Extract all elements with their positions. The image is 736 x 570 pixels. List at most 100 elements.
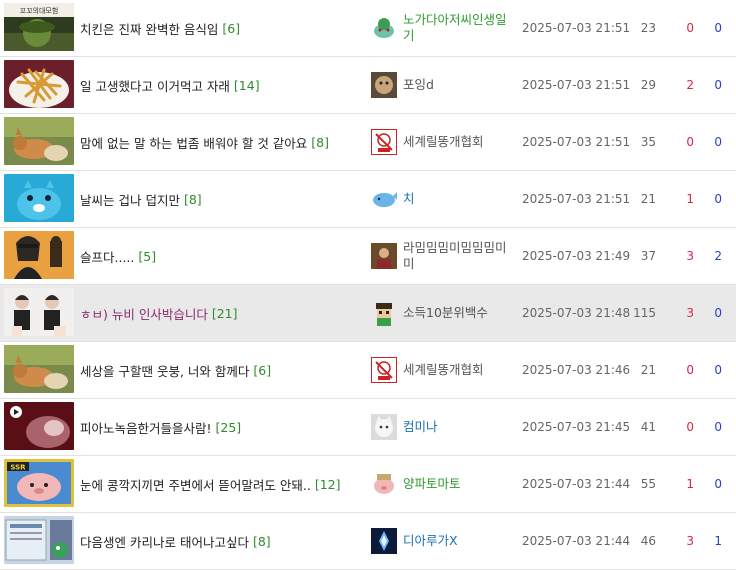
downvote-count: 0: [714, 192, 722, 206]
post-date: 2025-07-03 21:51: [522, 21, 631, 35]
downvote-count: 0: [714, 477, 722, 491]
post-row[interactable]: 세상을 구할땐 웃붕, 너와 함께다 [6] 세계릴똥개협회 2025-07-0…: [0, 342, 736, 399]
view-count: 21: [640, 363, 656, 377]
post-title[interactable]: 맘에 없는 말 하는 법좀 배워야 할 것 같아요: [80, 133, 307, 152]
post-title-link[interactable]: 맘에 없는 말 하는 법좀 배워야 할 것 같아요 [8]: [80, 114, 365, 170]
post-thumbnail[interactable]: [4, 174, 74, 222]
post-title-link[interactable]: 슬프다..... [5]: [80, 228, 365, 284]
author-name[interactable]: 세계릴똥개협회: [403, 342, 515, 398]
post-date: 2025-07-03 21:51: [522, 135, 631, 149]
post-date: 2025-07-03 21:49: [522, 249, 631, 263]
author-name[interactable]: 노가다아저씨인생일기: [403, 0, 515, 56]
cat-avatar-icon: [371, 414, 397, 440]
upvote-count: 2: [686, 78, 694, 92]
post-date: 2025-07-03 21:44: [522, 477, 631, 491]
post-thumbnail[interactable]: [4, 117, 74, 165]
post-row[interactable]: 일 고생했다고 이거먹고 자래 [14] 포잉d 2025-07-03 21:5…: [0, 57, 736, 114]
upvote-count: 3: [686, 534, 694, 548]
post-title[interactable]: 다음생엔 카리나로 태어나고싶다: [80, 532, 249, 551]
post-thumbnail[interactable]: [4, 345, 74, 393]
view-count: 21: [640, 192, 656, 206]
post-row[interactable]: 다음생엔 카리나로 태어나고싶다 [8] 디아루가X 2025-07-03 21…: [0, 513, 736, 570]
post-title-link[interactable]: 치킨은 진짜 완벽한 음식임 [6]: [80, 0, 365, 56]
post-title-link[interactable]: 일 고생했다고 이거먹고 자래 [14]: [80, 57, 365, 113]
author-name[interactable]: 양파토마토: [403, 456, 515, 512]
dialga-icon: [371, 528, 397, 554]
comment-count: [8]: [183, 191, 202, 207]
view-count: 41: [640, 420, 656, 434]
author-name[interactable]: 소득10분위백수: [403, 285, 515, 341]
svg-text:꼬꼬의대모험: 꼬꼬의대모험: [20, 6, 59, 15]
downvote-count: 2: [714, 249, 722, 263]
upvote-count: 3: [686, 306, 694, 320]
post-row[interactable]: 날씨는 겁나 덥지만 [8] 치 2025-07-03 21:51 21 1 0: [0, 171, 736, 228]
view-count: 37: [640, 249, 656, 263]
downvote-count: 0: [714, 420, 722, 434]
downvote-count: 0: [714, 306, 722, 320]
comment-count: [5]: [138, 248, 157, 264]
downvote-count: 0: [714, 135, 722, 149]
post-date: 2025-07-03 21:51: [522, 78, 631, 92]
comment-count: [25]: [215, 419, 242, 435]
svg-text:SSR: SSR: [10, 464, 26, 472]
post-title[interactable]: 슬프다.....: [80, 247, 134, 266]
post-title-link[interactable]: 피아노녹음한거들을사람! [25]: [80, 399, 365, 455]
author-name[interactable]: 컴미나: [403, 399, 515, 455]
post-title-link[interactable]: 날씨는 겁나 덥지만 [8]: [80, 171, 365, 227]
comment-count: [21]: [211, 305, 238, 321]
post-date: 2025-07-03 21:45: [522, 420, 631, 434]
post-thumbnail[interactable]: [4, 516, 74, 564]
comment-count: [6]: [253, 362, 272, 378]
post-title[interactable]: 치킨은 진짜 완벽한 음식임: [80, 19, 218, 38]
pokemon-avatar-icon: [371, 15, 397, 41]
upvote-count: 1: [686, 192, 694, 206]
post-title[interactable]: 날씨는 겁나 덥지만: [80, 190, 180, 209]
post-thumbnail[interactable]: SSR: [4, 459, 74, 507]
upvote-count: 0: [686, 135, 694, 149]
post-list: 꼬꼬의대모험 치킨은 진짜 완벽한 음식임 [6] 노가다아저씨인생일기 202…: [0, 0, 736, 570]
view-count: 46: [640, 534, 656, 548]
view-count: 55: [640, 477, 656, 491]
view-count: 115: [633, 306, 656, 320]
downvote-count: 1: [714, 534, 722, 548]
upvote-count: 0: [686, 420, 694, 434]
author-name[interactable]: 세계릴똥개협회: [403, 114, 515, 170]
post-thumbnail[interactable]: 꼬꼬의대모험: [4, 3, 74, 51]
view-count: 35: [640, 135, 656, 149]
author-name[interactable]: 디아루가X: [403, 513, 515, 569]
downvote-count: 0: [714, 363, 722, 377]
post-title-link[interactable]: 세상을 구할땐 웃붕, 너와 함께다 [6]: [80, 342, 365, 398]
upvote-count: 0: [686, 363, 694, 377]
post-row-highlighted[interactable]: ㅎㅂ) 뉴비 인사박습니다 [21] 소득10분위백수 2025-07-03 2…: [0, 285, 736, 342]
post-title[interactable]: 세상을 구할땐 웃붕, 너와 함께다: [80, 361, 249, 380]
post-title-link[interactable]: ㅎㅂ) 뉴비 인사박습니다 [21]: [80, 285, 365, 341]
author-name[interactable]: 포잉d: [403, 57, 515, 113]
post-title[interactable]: 일 고생했다고 이거먹고 자래: [80, 76, 230, 95]
downvote-count: 0: [714, 78, 722, 92]
post-thumbnail[interactable]: [4, 231, 74, 279]
post-title[interactable]: ㅎㅂ) 뉴비 인사박습니다: [80, 304, 208, 323]
upvote-count: 3: [686, 249, 694, 263]
post-thumbnail[interactable]: [4, 60, 74, 108]
post-thumbnail[interactable]: [4, 288, 74, 336]
comment-count: [8]: [252, 533, 271, 549]
comment-count: [12]: [314, 476, 341, 492]
post-title[interactable]: 눈에 콩깍지끼면 주변에서 뜯어말려도 안돼..: [80, 475, 311, 494]
author-name[interactable]: 라밈밈밈미밈밈밈미미: [403, 228, 515, 284]
view-count: 23: [640, 21, 656, 35]
post-title-link[interactable]: 눈에 콩깍지끼면 주변에서 뜯어말려도 안돼.. [12]: [80, 456, 365, 512]
post-title[interactable]: 피아노녹음한거들을사람!: [80, 418, 212, 437]
post-row[interactable]: 꼬꼬의대모험 치킨은 진짜 완벽한 음식임 [6] 노가다아저씨인생일기 202…: [0, 0, 736, 57]
post-thumbnail[interactable]: [4, 402, 74, 450]
author-name[interactable]: 치: [403, 171, 515, 227]
post-row[interactable]: 맘에 없는 말 하는 법좀 배워야 할 것 같아요 [8] 세계릴똥개협회 20…: [0, 114, 736, 171]
pixel-avatar-icon: [371, 300, 397, 326]
post-row[interactable]: 슬프다..... [5] 라밈밈밈미밈밈밈미미 2025-07-03 21:49…: [0, 228, 736, 285]
post-row[interactable]: 피아노녹음한거들을사람! [25] 컴미나 2025-07-03 21:45 4…: [0, 399, 736, 456]
post-title-link[interactable]: 다음생엔 카리나로 태어나고싶다 [8]: [80, 513, 365, 569]
comment-count: [8]: [311, 134, 330, 150]
post-row[interactable]: SSR 눈에 콩깍지끼면 주변에서 뜯어말려도 안돼.. [12] 양파토마토 …: [0, 456, 736, 513]
downvote-count: 0: [714, 21, 722, 35]
post-date: 2025-07-03 21:51: [522, 192, 631, 206]
post-date: 2025-07-03 21:44: [522, 534, 631, 548]
